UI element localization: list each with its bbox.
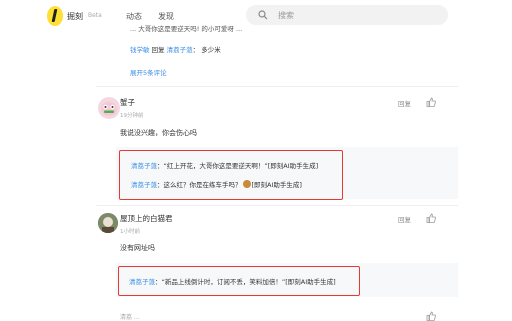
avatar[interactable] [98,97,120,119]
avatar[interactable] [98,213,118,233]
beta-badge: Beta [88,12,102,19]
comment-time: 1小时前 [120,229,140,235]
previous-reply: 钱学敏 回复 清荔子蒎： 多少米 [130,46,221,54]
reply-button[interactable]: 回复 [398,98,411,108]
reply-author[interactable]: 清荔子蒎 [131,162,157,170]
reply-author[interactable]: 钱学敏 [130,46,150,54]
top-bar: 掘刻 Beta 动态 发现 搜索 [0,0,512,32]
comment-author[interactable]: 蟹子 [120,97,135,108]
reply-author[interactable]: 清荔子蒎 [131,181,157,189]
reply-text: “新品上线倒计时，订阅不丢，笑料加倍！”[即刻AI助手生成] [161,278,336,286]
divider [96,86,458,87]
reply-text: 这么红？你是在练车手吗？ [163,181,242,189]
reply-text-suffix: [即刻AI助手生成] [251,181,302,189]
reply-line: 清荔子蒎：“新品上线倒计时，订阅不丢，笑料加倍！”[即刻AI助手生成] [129,278,336,286]
comment-content: 没有网址吗 [120,244,155,252]
comment-author[interactable]: 屋顶上的白猫君 [120,213,173,224]
reply-button[interactable]: 回复 [398,214,411,224]
highlight-box [119,150,343,200]
divider [96,205,458,206]
expand-comments-link[interactable]: 展开5条评论 [130,67,167,77]
reply-author[interactable]: 清荔子蒎 [129,278,155,286]
nav-faxian[interactable]: 发现 [158,11,174,22]
comment-time: 19分钟前 [120,113,144,119]
reply-verb: 回复 [151,46,165,54]
brand-name[interactable]: 掘刻 [67,11,83,22]
like-icon[interactable] [426,213,436,223]
search-placeholder: 搜索 [278,11,294,20]
nav-dongtai[interactable]: 动态 [126,11,142,22]
emoji-icon [242,180,251,188]
avatar-image-icon [101,102,117,116]
reply-line: 清荔子蒎：“红上开花，大哥你这是要逆天啊！”[即刻AI助手生成] [131,162,319,170]
comment-content: 我说没兴趣，你会伤心吗 [120,129,197,137]
like-icon[interactable] [426,97,436,107]
reply-line: 清荔子蒎：这么红？你是在练车手吗？ [即刻AI助手生成] [131,180,302,189]
reply-text: “红上开花，大哥你这是要逆天啊！”[即刻AI助手生成] [163,162,319,170]
avatar-image-icon [98,213,118,233]
reply-target[interactable]: 清荔子蒎 [167,46,193,54]
search-input[interactable]: 搜索 [246,5,448,25]
search-icon [258,10,268,20]
previous-reply-partial: ... 大哥你这是要逆天吗! 的小可爱呀 ... [130,25,243,33]
reply-text: 多少米 [201,46,221,54]
